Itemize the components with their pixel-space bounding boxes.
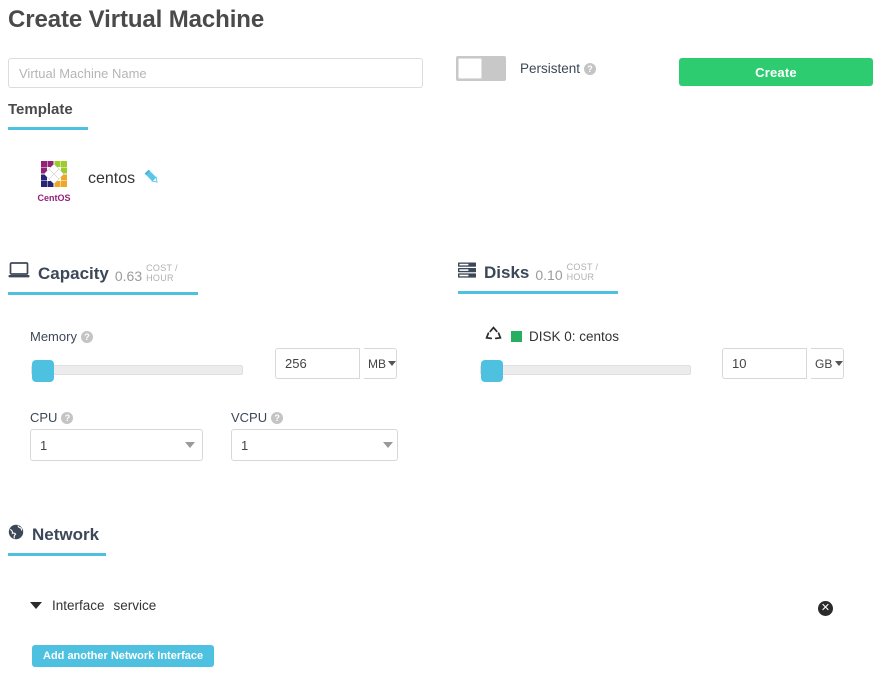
help-icon-memory[interactable]: ? [80,331,93,343]
disks-cost-unit: COST / HOUR [566,262,599,282]
interface-prefix: Interface [52,598,105,613]
add-network-interface-button[interactable]: Add another Network Interface [32,645,215,667]
network-title: Network [32,525,100,544]
capacity-cost: 0.63 [114,268,143,284]
disk-value-input[interactable] [722,348,807,379]
recycle-icon[interactable] [485,326,502,346]
memory-label-text: Memory [30,329,77,344]
vcpu-select[interactable]: 1 [231,429,398,461]
disk-slider-handle[interactable] [481,360,503,382]
help-icon-cpu[interactable]: ? [61,412,74,424]
cpu-label: CPU? [30,410,74,425]
interface-label: Interface service [52,598,156,613]
laptop-icon [8,262,30,284]
capacity-cost-unit: COST / HOUR [146,263,178,283]
memory-label: Memory? [30,329,93,344]
tab-template[interactable]: Template [8,101,88,130]
memory-slider-handle[interactable] [32,360,54,382]
persistent-label-text: Persistent [520,61,581,76]
disk-unit-select[interactable]: GB [811,348,844,379]
disk-label-text: DISK 0: centos [529,328,620,344]
disks-cost: 0.10 [535,267,563,283]
toggle-knob [458,58,482,79]
template-card[interactable]: CentOS centos [30,155,161,203]
memory-value-input[interactable] [275,348,360,379]
disk-color-swatch [511,330,522,342]
create-button[interactable]: Create [679,58,873,86]
remove-interface-button[interactable]: ✕ [818,601,833,616]
capacity-title: Capacity [38,264,109,283]
create-vm-page: Create Virtual Machine Persistent? Creat… [0,0,881,683]
persistent-label: Persistent? [520,61,597,76]
disks-section-header: Disks 0.10 COST / HOUR [458,262,618,294]
help-icon-persistent[interactable]: ? [584,63,597,75]
interface-name: service [113,598,157,613]
svg-text:CentOS: CentOS [37,193,70,203]
cpu-select[interactable]: 1 [30,429,203,461]
vcpu-label-text: VCPU [231,410,268,425]
capacity-section-header: Capacity 0.63 COST / HOUR [8,262,198,295]
memory-slider[interactable] [31,360,243,382]
disk-slider[interactable] [480,360,691,382]
vm-name-input[interactable] [8,58,423,88]
persistent-toggle[interactable] [456,56,506,81]
server-stack-icon [458,262,476,283]
page-title: Create Virtual Machine [8,6,265,33]
disk-row-label: DISK 0: centos [485,326,619,346]
centos-logo-icon: CentOS [30,155,78,203]
cpu-label-text: CPU [30,410,58,425]
persistent-toggle-group: Persistent? [456,56,597,81]
network-section-header: Network [8,524,106,556]
network-interface-row[interactable]: Interface service [30,598,156,613]
chevron-down-icon-interface[interactable] [30,602,42,609]
template-name: centos [88,170,136,187]
help-icon-vcpu[interactable]: ? [271,412,284,424]
vcpu-label: VCPU? [231,410,284,425]
disks-title: Disks [484,263,530,282]
memory-unit-select[interactable]: MB [364,348,397,379]
globe-icon [8,524,24,545]
pencil-icon[interactable] [143,168,161,191]
